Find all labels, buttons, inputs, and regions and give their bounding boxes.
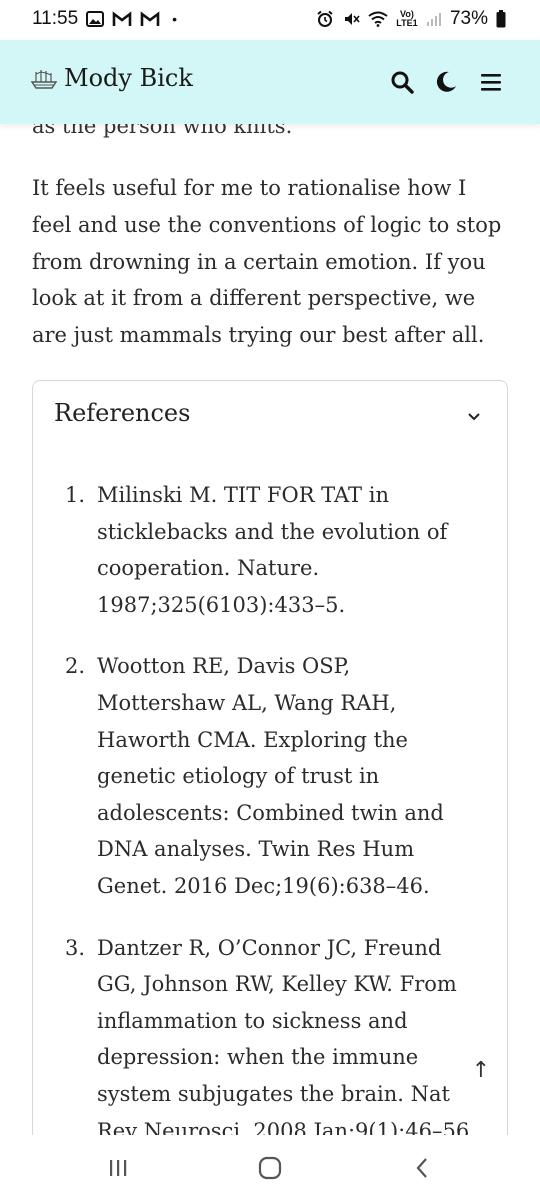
references-panel: References 1. Milinski M. TIT FOR TAT in… <box>32 380 508 1135</box>
status-bar: 11:55 • Vo) LTE1 73% <box>0 0 540 40</box>
mute-icon <box>342 10 360 28</box>
menu-icon[interactable] <box>475 66 507 98</box>
recent-apps-icon[interactable] <box>98 1153 138 1183</box>
reference-number: 1. <box>65 483 86 507</box>
wifi-icon <box>368 11 388 27</box>
site-title[interactable]: Mody Bick <box>64 64 193 92</box>
notification-dot: • <box>172 11 178 27</box>
system-nav-bar <box>0 1135 540 1199</box>
ship-logo-icon[interactable] <box>30 68 58 94</box>
battery-icon <box>496 10 506 28</box>
status-time: 11:55 <box>32 8 79 29</box>
signal-icon <box>426 11 442 27</box>
reference-text: Milinski M. TIT FOR TAT in sticklebacks … <box>97 483 448 617</box>
chevron-down-icon[interactable] <box>467 407 481 426</box>
search-icon[interactable] <box>386 66 418 98</box>
back-icon[interactable] <box>402 1153 442 1183</box>
article-content: as the person who knits. It feels useful… <box>0 108 540 1135</box>
gmail-icon <box>112 11 132 27</box>
references-title[interactable]: References <box>54 399 190 427</box>
network-label: Vo) LTE1 <box>396 9 418 28</box>
reference-number: 3. <box>65 935 86 960</box>
article-paragraph: It feels useful for me to rationalise ho… <box>32 176 502 348</box>
reference-item: 1. Milinski M. TIT FOR TAT in sticklebac… <box>65 477 485 623</box>
gmail-icon <box>140 11 160 27</box>
site-header: Mody Bick <box>0 40 540 124</box>
scroll-to-top-button[interactable]: ↑ <box>466 1052 496 1088</box>
alarm-icon <box>316 10 334 28</box>
gallery-icon <box>86 11 105 27</box>
reference-number: 2. <box>65 654 86 679</box>
home-icon[interactable] <box>250 1153 290 1183</box>
moon-icon[interactable] <box>430 66 462 98</box>
references-list: 1. Milinski M. TIT FOR TAT in sticklebac… <box>65 477 485 1135</box>
reference-text: Dantzer R, O’Connor JC, Freund GG, Johns… <box>97 935 476 1135</box>
reference-item: 2. Wootton RE, Davis OSP, Mottershaw AL,… <box>65 648 485 904</box>
reference-text: Wootton RE, Davis OSP, Mottershaw AL, Wa… <box>97 654 444 898</box>
reference-item: 3. Dantzer R, O’Connor JC, Freund GG, Jo… <box>65 930 485 1135</box>
battery-percent: 73% <box>449 8 488 29</box>
